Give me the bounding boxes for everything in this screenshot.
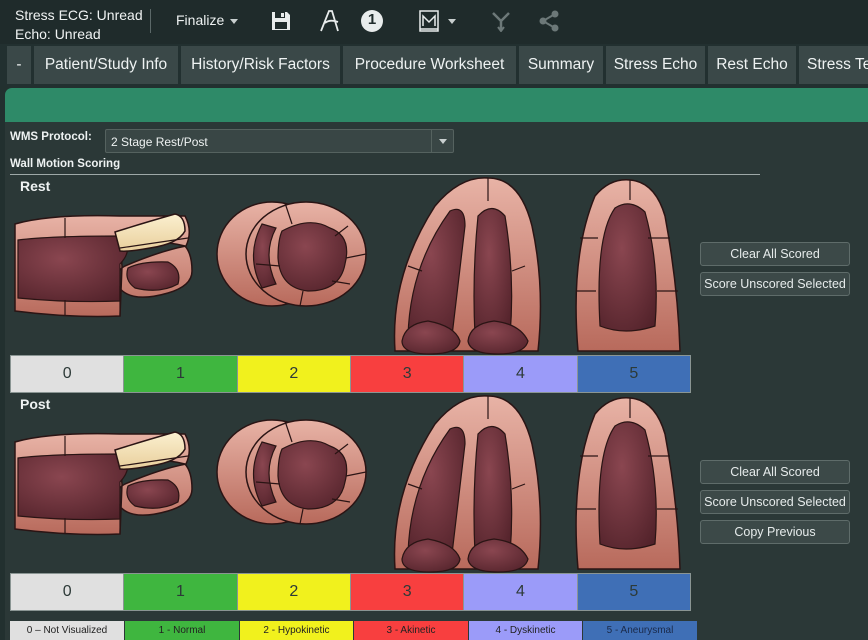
- chevron-down-icon: [230, 18, 239, 24]
- rest-score-5[interactable]: 5: [577, 356, 690, 392]
- post-four-chamber-view[interactable]: [393, 395, 542, 573]
- post-score-bar: 0 1 2 3 4 5: [10, 573, 691, 611]
- wall-motion-scoring-title: Wall Motion Scoring: [10, 158, 121, 170]
- rest-short-axis-view[interactable]: [216, 201, 367, 307]
- post-score-unscored-selected-button[interactable]: Score Unscored Selected: [700, 490, 850, 514]
- post-two-chamber-view[interactable]: [575, 397, 681, 570]
- copy-previous-button[interactable]: Copy Previous: [700, 520, 850, 544]
- post-score-2[interactable]: 2: [237, 574, 351, 610]
- tab-bar: - Patient/Study Info History/Risk Factor…: [0, 44, 868, 86]
- wms-protocol-label: WMS Protocol:: [10, 131, 92, 143]
- share-icon: [536, 8, 562, 34]
- tab-patient-study-info[interactable]: Patient/Study Info: [34, 46, 178, 84]
- signature-icon[interactable]: [317, 8, 343, 34]
- legend-not-visualized: 0 – Not Visualized: [10, 621, 125, 640]
- tab-stress-echo[interactable]: Stress Echo: [606, 46, 705, 84]
- post-score-1[interactable]: 1: [124, 574, 238, 610]
- tab-summary[interactable]: Summary: [519, 46, 603, 84]
- rest-score-1[interactable]: 1: [124, 356, 238, 392]
- rest-heart-diagram[interactable]: [10, 176, 700, 356]
- rest-score-unscored-selected-button[interactable]: Score Unscored Selected: [700, 272, 850, 296]
- finalize-menu-button[interactable]: Finalize: [176, 12, 239, 28]
- badge-number: 1: [367, 11, 377, 28]
- post-score-0[interactable]: 0: [11, 574, 125, 610]
- legend-aneurysmal: 5 - Aneurysmal: [583, 621, 698, 640]
- finalize-label: Finalize: [176, 12, 225, 28]
- rest-score-3[interactable]: 3: [350, 356, 465, 392]
- echo-status: Echo: Unread: [15, 26, 101, 42]
- legend-normal: 1 - Normal: [125, 621, 240, 640]
- save-icon[interactable]: [268, 8, 294, 34]
- post-short-axis-view[interactable]: [216, 419, 367, 525]
- rest-score-bar: 0 1 2 3 4 5: [10, 355, 691, 393]
- tab-rest-echo[interactable]: Rest Echo: [708, 46, 796, 84]
- rest-two-chamber-view[interactable]: [575, 179, 681, 352]
- tab-procedure-worksheet[interactable]: Procedure Worksheet: [343, 46, 516, 84]
- tab-collapse[interactable]: -: [7, 46, 31, 84]
- legend-hypokinetic: 2 - Hypokinetic: [240, 621, 354, 640]
- tab-history-risk-factors[interactable]: History/Risk Factors: [181, 46, 340, 84]
- rest-long-axis-view[interactable]: [14, 213, 193, 318]
- legend-dyskinetic: 4 - Dyskinetic: [469, 621, 583, 640]
- rest-score-4[interactable]: 4: [464, 356, 578, 392]
- rest-clear-all-scored-button[interactable]: Clear All Scored: [700, 242, 850, 266]
- rest-score-2[interactable]: 2: [237, 356, 351, 392]
- numbered-badge-icon[interactable]: 1: [359, 8, 385, 34]
- post-score-3[interactable]: 3: [350, 574, 465, 610]
- stress-ecg-status: Stress ECG: Unread: [15, 7, 143, 23]
- legend-akinetic: 3 - Akinetic: [354, 621, 469, 640]
- post-clear-all-scored-button[interactable]: Clear All Scored: [700, 460, 850, 484]
- post-score-5[interactable]: 5: [577, 574, 690, 610]
- macro-icon[interactable]: [417, 8, 457, 34]
- merge-arrow-icon: [488, 8, 514, 34]
- score-legend: 0 – Not Visualized 1 - Normal 2 - Hypoki…: [10, 621, 698, 640]
- rest-score-0[interactable]: 0: [11, 356, 125, 392]
- post-score-4[interactable]: 4: [464, 574, 578, 610]
- panel-header: [5, 88, 868, 122]
- section-divider: [10, 174, 760, 175]
- toolbar-divider: [150, 9, 151, 33]
- chevron-down-icon: [448, 18, 456, 24]
- top-toolbar: Stress ECG: Unread Echo: Unread Finalize…: [0, 0, 868, 44]
- tab-stress-te[interactable]: Stress Te: [799, 46, 868, 84]
- read-status: Stress ECG: Unread Echo: Unread: [15, 6, 143, 44]
- wms-protocol-select[interactable]: 2 Stage Rest/Post: [105, 129, 454, 153]
- chevron-down-icon[interactable]: [431, 130, 453, 152]
- rest-four-chamber-view[interactable]: [393, 177, 542, 355]
- post-long-axis-view[interactable]: [14, 431, 193, 536]
- wms-protocol-value: 2 Stage Rest/Post: [111, 135, 208, 149]
- post-heart-diagram[interactable]: [10, 394, 700, 574]
